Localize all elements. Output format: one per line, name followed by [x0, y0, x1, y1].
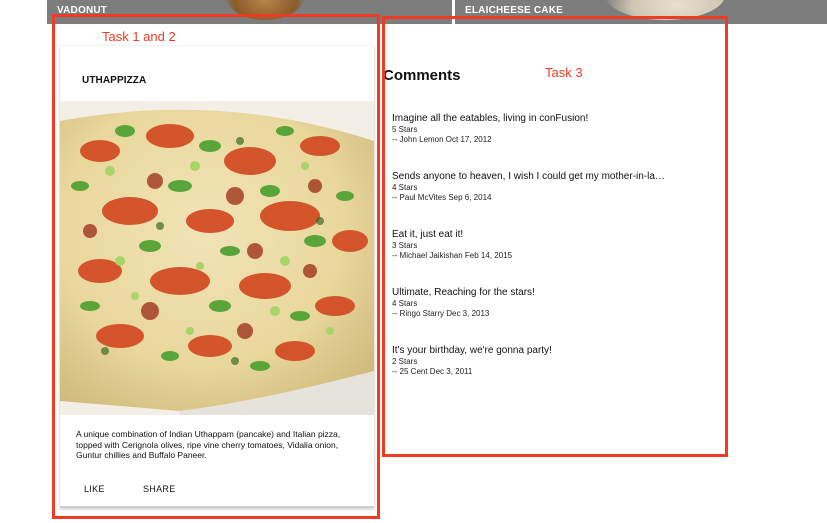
card-actions: LIKE SHARE [76, 484, 356, 498]
comment-item: Ultimate, Reaching for the stars! 4 Star… [392, 287, 712, 319]
dish-tile-elaicheese-cake[interactable]: ELAICHEESE CAKE [455, 0, 827, 24]
dish-card: UTHAPPIZZA A unique combination of India… [60, 46, 374, 508]
comment-text: Sends anyone to heaven, I wish I could g… [392, 171, 665, 182]
comment-text: Ultimate, Reaching for the stars! [392, 287, 535, 298]
annotation-label-task3: Task 3 [545, 65, 583, 80]
dish-title: UTHAPPIZZA [82, 75, 147, 86]
comment-author: -- Paul McVites Sep 6, 2014 [392, 193, 492, 202]
annotation-label-task12: Task 1 and 2 [102, 29, 176, 44]
dish-description: A unique combination of Indian Uthappam … [76, 429, 341, 460]
comment-rating: 4 Stars [392, 299, 418, 308]
dish-tile-vadonut[interactable]: VADONUT [47, 0, 452, 24]
dish-image [60, 101, 374, 415]
comment-item: Imagine all the eatables, living in conF… [392, 113, 712, 145]
comment-item: It's your birthday, we're gonna party! 2… [392, 345, 712, 377]
comment-rating: 5 Stars [392, 125, 418, 134]
comment-author: -- Michael Jaikishan Feb 14, 2015 [392, 251, 513, 260]
comment-item: Eat it, just eat it! 3 Stars -- Michael … [392, 229, 712, 261]
card-bottom-divider [60, 506, 374, 508]
comment-item: Sends anyone to heaven, I wish I could g… [392, 171, 712, 203]
comment-author: -- Ringo Starry Dec 3, 2013 [392, 309, 490, 318]
tile-label: VADONUT [57, 5, 108, 16]
comment-rating: 4 Stars [392, 183, 418, 192]
comment-text: It's your birthday, we're gonna party! [392, 345, 552, 356]
comment-rating: 3 Stars [392, 241, 418, 250]
comment-author: -- 25 Cent Dec 3, 2011 [392, 367, 473, 376]
tile-label: ELAICHEESE CAKE [465, 5, 564, 16]
pizza-illustration [60, 101, 374, 415]
comment-author: -- John Lemon Oct 17, 2012 [392, 135, 492, 144]
vadonut-thumbnail [225, 0, 305, 20]
comments-heading: Comments [383, 67, 461, 84]
top-strip: VADONUT ELAICHEESE CAKE [0, 0, 827, 24]
comment-text: Eat it, just eat it! [392, 229, 464, 240]
comment-text: Imagine all the eatables, living in conF… [392, 113, 589, 124]
comment-rating: 2 Stars [392, 357, 418, 366]
like-button[interactable]: LIKE [84, 484, 105, 494]
cake-thumbnail [605, 0, 725, 20]
share-button[interactable]: SHARE [143, 484, 176, 494]
